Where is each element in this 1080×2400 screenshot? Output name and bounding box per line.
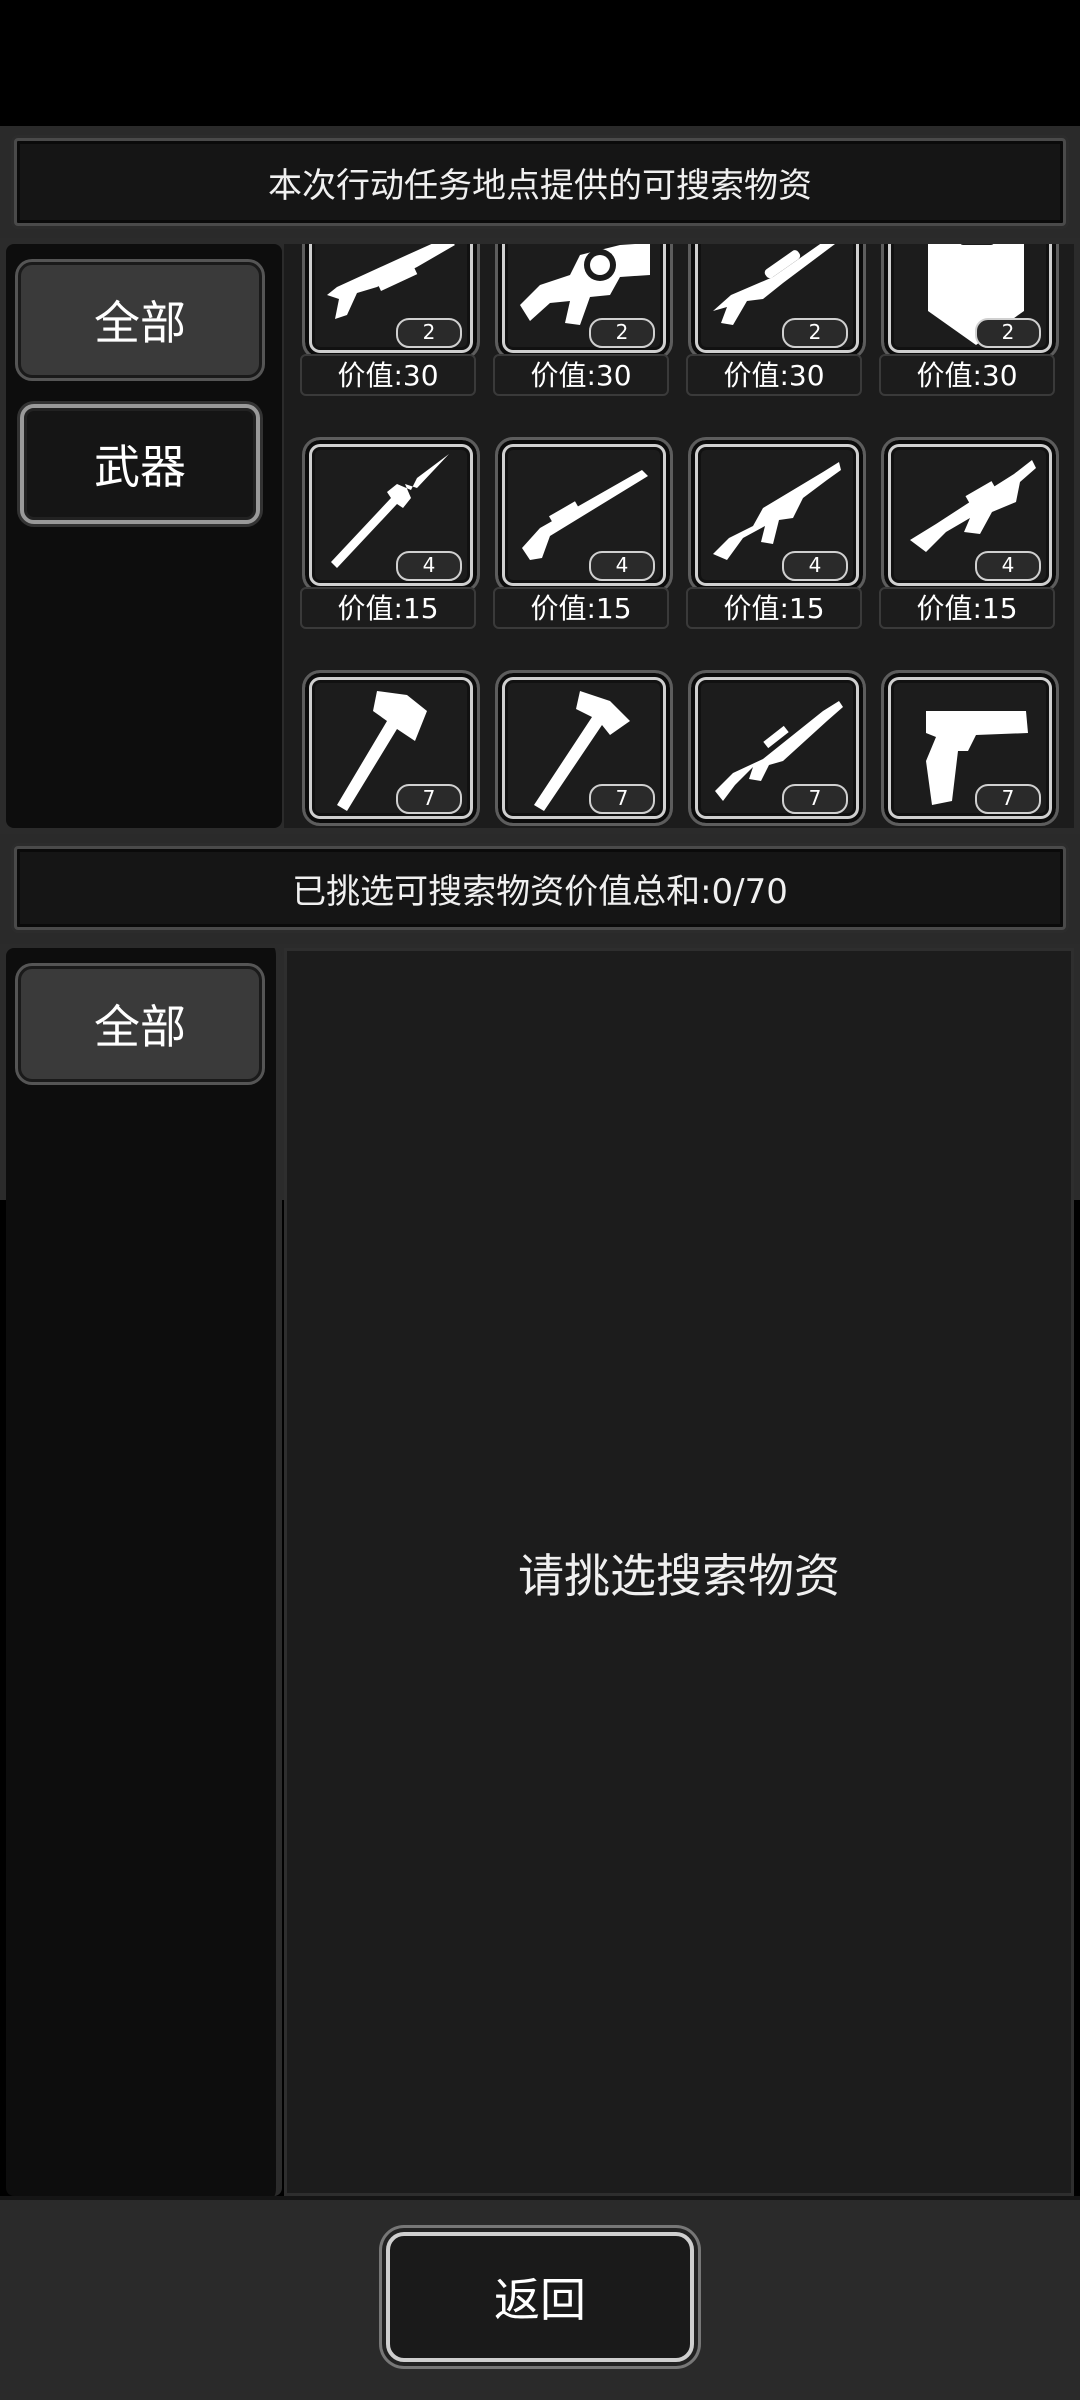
item-count-badge: 2 <box>782 318 848 348</box>
item-slot[interactable]: 7 <box>493 670 673 828</box>
item-slot[interactable]: 4 价值:15 <box>493 437 673 629</box>
back-button-label: 返回 <box>494 2273 586 2327</box>
selected-total-bar: 已挑选可搜索物资价值总和:0/70 <box>14 846 1066 930</box>
selected-total-text: 已挑选可搜索物资价值总和:0/70 <box>292 871 788 912</box>
item-price-label: 价值:15 <box>300 587 476 629</box>
item-slot[interactable]: 7 <box>879 670 1059 828</box>
top-title: 本次行动任务地点提供的可搜索物资 <box>268 165 812 206</box>
tab-weapons-label: 武器 <box>94 440 186 494</box>
item-count-badge: 2 <box>589 318 655 348</box>
item-price-label: 价值:30 <box>493 354 669 396</box>
item-count-badge: 7 <box>396 784 462 814</box>
item-slot[interactable]: 7 <box>686 670 866 828</box>
item-slot[interactable]: 7 <box>300 670 480 828</box>
item-count-badge: 7 <box>975 784 1041 814</box>
item-count-badge: 2 <box>396 318 462 348</box>
item-count-badge: 7 <box>782 784 848 814</box>
tab-weapons[interactable]: 武器 <box>20 404 260 524</box>
item-price-label: 价值:15 <box>686 587 862 629</box>
empty-selection-message: 请挑选搜索物资 <box>518 1549 840 1603</box>
item-slot[interactable]: 2 价值:30 <box>686 244 866 396</box>
tab-all-upper-label: 全部 <box>94 296 186 350</box>
back-button[interactable]: 返回 <box>386 2232 694 2362</box>
tab-all-lower-label: 全部 <box>94 1000 186 1054</box>
item-price-label: 价值:15 <box>879 587 1055 629</box>
item-count-badge: 4 <box>589 551 655 581</box>
item-count-badge: 7 <box>589 784 655 814</box>
item-price-label: 价值:15 <box>493 587 669 629</box>
tab-all-lower[interactable]: 全部 <box>18 966 262 1082</box>
item-grid: 2 价值:30 2 价值:30 2 价值:30 2 价值:30 4 价值:15 4 价值:15 4 价值:… <box>290 244 1070 828</box>
item-slot[interactable]: 4 价值:15 <box>879 437 1059 629</box>
item-slot[interactable]: 2 价值:30 <box>879 244 1059 396</box>
item-slot[interactable]: 4 价值:15 <box>300 437 480 629</box>
item-slot[interactable]: 2 价值:30 <box>493 244 673 396</box>
item-count-badge: 4 <box>396 551 462 581</box>
item-price-label: 价值:30 <box>300 354 476 396</box>
lower-tab-column <box>6 948 282 2196</box>
top-title-bar: 本次行动任务地点提供的可搜索物资 <box>14 138 1066 226</box>
item-price-label: 价值:30 <box>686 354 862 396</box>
item-count-badge: 4 <box>975 551 1041 581</box>
item-price-label: 价值:30 <box>879 354 1055 396</box>
item-count-badge: 4 <box>782 551 848 581</box>
item-slot[interactable]: 2 价值:30 <box>300 244 480 396</box>
tab-all-upper[interactable]: 全部 <box>18 262 262 378</box>
item-slot[interactable]: 4 价值:15 <box>686 437 866 629</box>
item-count-badge: 2 <box>975 318 1041 348</box>
